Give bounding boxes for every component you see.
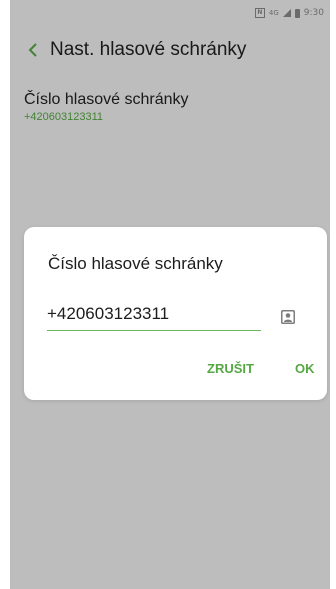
cancel-button[interactable]: ZRUŠIT	[207, 361, 254, 376]
contact-card-icon[interactable]	[280, 309, 295, 324]
voicemail-number-dialog: Číslo hlasové schránky ZRUŠIT OK	[24, 227, 327, 400]
dialog-title: Číslo hlasové schránky	[48, 254, 223, 273]
number-field[interactable]	[47, 302, 261, 331]
ok-button[interactable]: OK	[295, 361, 315, 376]
number-input[interactable]	[47, 302, 261, 326]
phone-screen: N 4G 9:30 Nast. hlasové schránky Číslo h…	[10, 0, 330, 589]
